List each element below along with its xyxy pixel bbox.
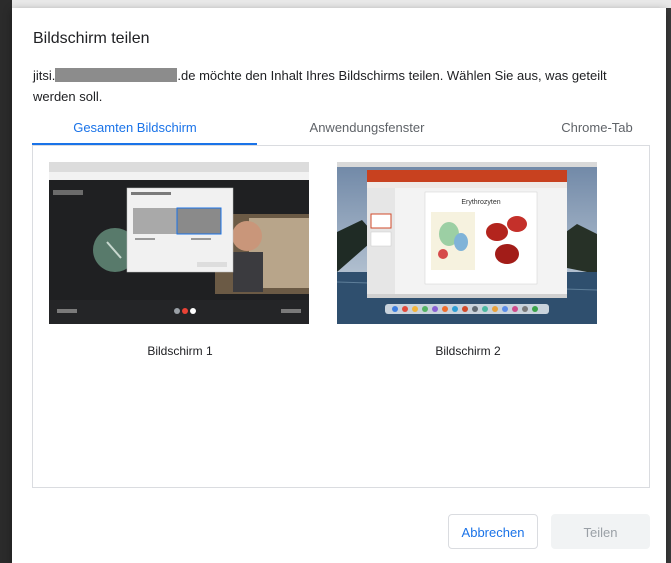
backdrop-top [0, 0, 671, 8]
screen-list-panel: Bildschirm 1 Erythrozyten Bildschirm 2 [32, 145, 650, 488]
screen-2-thumbnail: Erythrozyten [337, 162, 597, 324]
dialog-title: Bildschirm teilen [33, 30, 150, 47]
redacted-domain [55, 68, 178, 82]
share-button[interactable]: Teilen [551, 514, 650, 549]
source-tabs: Gesamten Bildschirm Anwendungsfenster Ch… [32, 118, 650, 146]
slide-title: Erythrozyten [461, 199, 500, 206]
screen-1-thumbnail [49, 162, 309, 324]
screen-option-1[interactable]: Bildschirm 1 [49, 162, 311, 358]
tab-application-window[interactable]: Anwendungsfenster [264, 118, 470, 144]
share-screen-dialog: Bildschirm teilen jitsi. .de möchte den I… [12, 8, 666, 563]
desc-prefix: jitsi. [33, 68, 56, 83]
screen-1-label: Bildschirm 1 [147, 344, 213, 358]
screen-2-label: Bildschirm 2 [435, 344, 501, 358]
tab-chrome-tab[interactable]: Chrome-Tab [494, 118, 671, 144]
tab-entire-screen[interactable]: Gesamten Bildschirm [32, 118, 238, 144]
cancel-button[interactable]: Abbrechen [448, 514, 538, 549]
dialog-description: jitsi. .de möchte den Inhalt Ihres Bildsc… [33, 65, 633, 107]
backdrop-left [0, 0, 12, 563]
screen-option-2[interactable]: Erythrozyten Bildschirm 2 [337, 162, 599, 358]
